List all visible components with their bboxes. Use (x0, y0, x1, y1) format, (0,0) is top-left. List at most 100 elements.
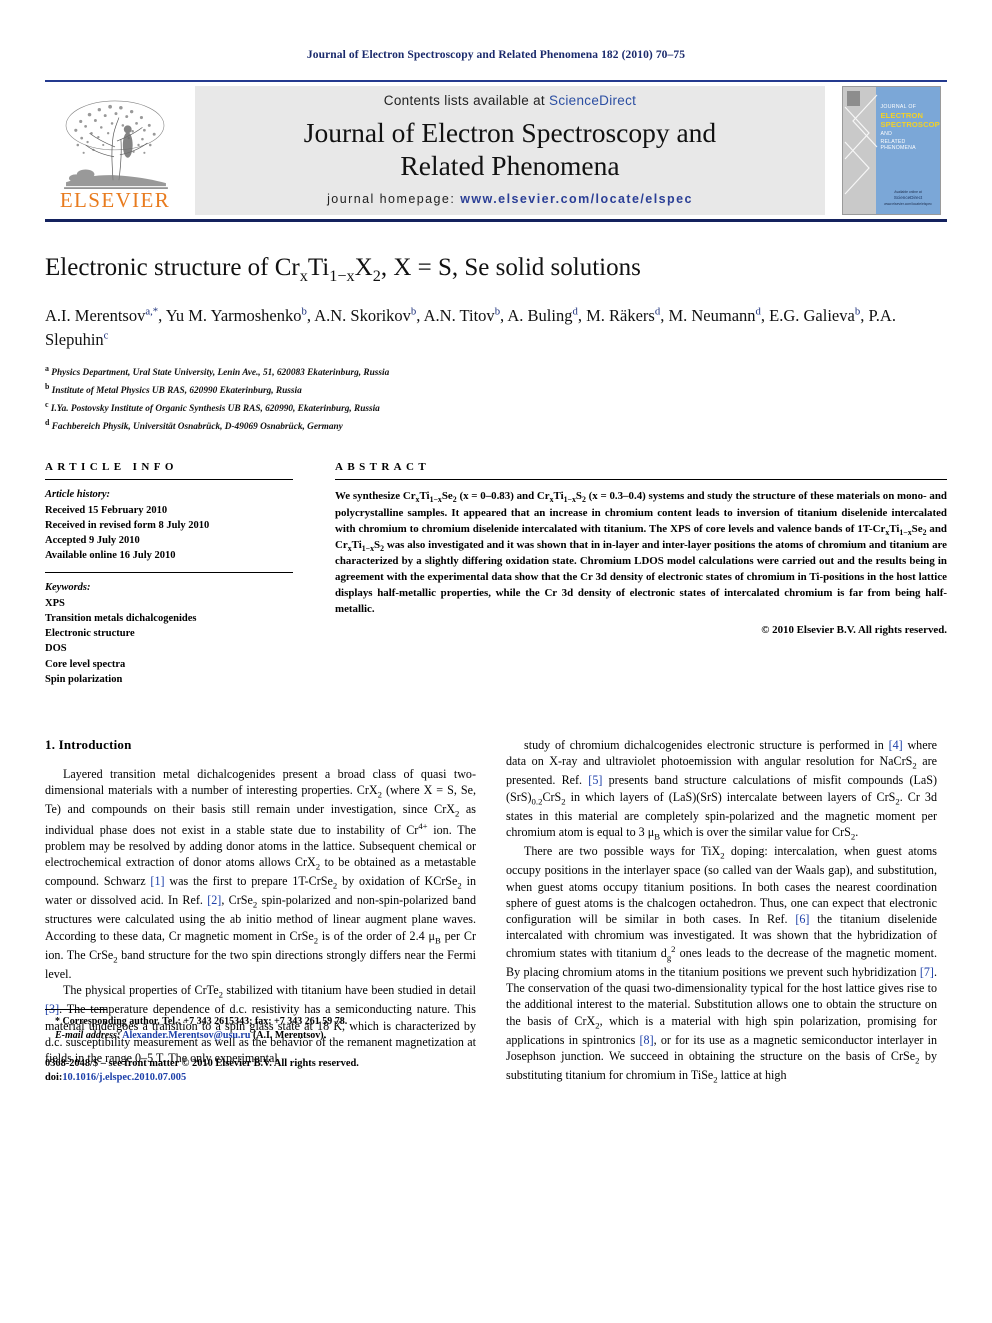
article-history-item: Received in revised form 8 July 2010 (45, 519, 210, 531)
author-name: A.N. Titov (423, 305, 495, 325)
title-sub-1: x (299, 267, 308, 285)
sciencedirect-link[interactable]: ScienceDirect (549, 93, 636, 108)
affiliation-item: c I.Ya. Postovsky Institute of Organic S… (45, 399, 380, 414)
title-mid-1: Ti (307, 254, 330, 281)
title-sub-2: 1−x (329, 267, 355, 285)
citation-ref[interactable]: [8] (640, 1033, 654, 1047)
cover-bottom-text: Available online at ScienceDirect www.el… (881, 190, 936, 207)
article-title: Electronic structure of CrxTi1−xX2, X = … (45, 253, 947, 287)
article-history-item: Received 15 February 2010 (45, 504, 168, 516)
title-sub-3: 2 (372, 267, 381, 285)
author-affiliation-mark: c (103, 329, 109, 342)
article-history-label: Article history: (45, 489, 111, 501)
citation-ref[interactable]: [4] (889, 738, 903, 752)
doi-link[interactable]: 10.1016/j.elspec.2010.07.005 (62, 1072, 186, 1083)
keyword-item: DOS (45, 643, 67, 655)
email-label: E-mail address: (55, 1030, 121, 1042)
affiliation-mark: a (45, 364, 49, 373)
citation-ref[interactable]: [2] (207, 893, 221, 907)
title-prefix: Electronic structure of Cr (45, 254, 300, 281)
cover-bottom-2: ScienceDirect (893, 195, 923, 200)
article-history-item: Available online 16 July 2010 (45, 550, 176, 562)
author-name: Yu M. Yarmoshenko (165, 305, 302, 325)
homepage-url-link[interactable]: www.elsevier.com/locate/elspec (460, 192, 693, 206)
article-info-heading: ARTICLE INFO (45, 461, 178, 474)
journal-title-line-2: Related Phenomena (400, 149, 620, 181)
keywords-label: Keywords: (45, 582, 91, 594)
elsevier-logo: ELSEVIER (45, 86, 185, 215)
article-history-item: Accepted 9 July 2010 (45, 535, 140, 547)
article-info-column: ARTICLE INFO Article history: Received 15… (45, 461, 293, 687)
footnote-divider (45, 1008, 107, 1010)
email-link[interactable]: Alexander.Merentsov@usu.ru (122, 1030, 250, 1041)
citation-ref[interactable]: [5] (588, 773, 602, 787)
journal-title-line-1: Journal of Electron Spectroscopy and (303, 117, 717, 149)
body-paragraph: There are two possible ways for TiX2 dop… (506, 844, 938, 1085)
affiliation-item: d Fachbereich Physik, Universität Osnabr… (45, 417, 343, 432)
body-paragraph: study of chromium dichalcogenides electr… (506, 738, 937, 842)
keyword-item: Electronic structure (45, 628, 135, 640)
author-name: A.N. Skorikov (314, 305, 411, 325)
imprint-block: 0368-2048/$ – see front matter © 2010 El… (45, 1057, 476, 1087)
email-line: E-mail address: Alexander.Merentsov@usu.… (45, 1029, 476, 1044)
affiliation-item: b Institute of Metal Physics UB RAS, 620… (45, 381, 302, 396)
author-affiliation-mark: b (410, 305, 417, 317)
author-name: A. Buling (507, 305, 573, 325)
cover-title-text: JOURNAL OF ELECTRON SPECTROSCOPY AND REL… (880, 104, 940, 152)
abstract-column: ABSTRACT We synthesize CrxTi1−xSe2 (x = … (335, 461, 947, 687)
running-head: Journal of Electron Spectroscopy and Rel… (306, 49, 686, 61)
journal-masthead: ELSEVIER Contents lists available at Sci… (45, 80, 947, 222)
section-title-introduction: 1. Introduction (45, 737, 132, 752)
body-column-left: 1. Introduction Layered transition metal… (45, 737, 476, 1086)
article-history: Article history: Received 15 February 201… (45, 480, 293, 572)
cover-bottom-3: www.elsevier.com/locate/elspec (884, 201, 932, 206)
contents-available-line: Contents lists available at ScienceDirec… (384, 93, 636, 108)
title-suffix: , X = S, Se solid solutions (380, 254, 641, 281)
author-list: A.I. Merentsova,*, Yu M. Yarmoshenkob, A… (45, 305, 896, 349)
elsevier-tree-icon (64, 100, 168, 189)
keywords-block: Keywords: XPS Transition metals dichalcoge… (45, 572, 293, 687)
page-footnotes: * Corresponding author. Tel.: +7 343 261… (45, 1008, 476, 1087)
affiliation-mark: d (45, 417, 50, 427)
journal-homepage-line: journal homepage: www.elsevier.com/locat… (327, 192, 693, 206)
issn-line: 0368-2048/$ – see front matter © 2010 El… (45, 1057, 359, 1069)
author-affiliation-mark: b (301, 305, 307, 317)
keyword-item: XPS (45, 597, 65, 609)
cover-chevron-graphic-icon (844, 94, 877, 195)
author-name: M. Neumann (668, 305, 756, 325)
journal-title: Journal of Electron Spectroscopy and Rel… (304, 117, 716, 181)
corresponding-author-line: * Corresponding author. Tel.: +7 343 261… (55, 1015, 348, 1027)
info-abstract-block: ARTICLE INFO Article history: Received 15… (45, 461, 947, 687)
keyword-item: Core level spectra (45, 658, 126, 670)
author-affiliation-mark: d (755, 305, 761, 317)
corresponding-author-note: * Corresponding author. Tel.: +7 343 261… (45, 1015, 476, 1044)
body-paragraph: Layered transition metal dichalcogenides… (45, 767, 477, 981)
cover-line-3b: RELATED PHENOMENA (880, 138, 916, 152)
keyword-item: Transition metals dichalcogenides (45, 612, 197, 624)
keyword-item: Spin polarization (45, 673, 123, 685)
email-suffix: (A.I. Merentsov). (252, 1030, 327, 1042)
author-affiliation-mark: d (654, 305, 661, 317)
doi-label: doi: (45, 1072, 63, 1084)
citation-ref[interactable]: [1] (150, 874, 164, 888)
masthead-center: Contents lists available at ScienceDirec… (195, 86, 825, 215)
abstract-text: We synthesize CrxTi1−xSe2 (x = 0–0.83) a… (335, 490, 947, 615)
right-column-paragraphs: study of chromium dichalcogenides electr… (506, 737, 937, 1086)
title-mid-2: X (354, 254, 373, 281)
citation-ref[interactable]: [7] (920, 965, 934, 979)
cover-line-3a: AND (880, 131, 893, 138)
article-page: Journal of Electron Spectroscopy and Rel… (0, 0, 992, 1323)
affiliation-item: a Physics Department, Ural State Univers… (45, 364, 390, 379)
affiliation-list: a Physics Department, Ural State Univers… (45, 363, 947, 434)
contents-prefix: Contents lists available at (383, 93, 550, 109)
cover-line-2a: ELECTRON (880, 110, 924, 120)
author-affiliation-mark: b (494, 305, 501, 317)
citation-ref[interactable]: [6] (795, 912, 809, 926)
author-name: M. Räkers (586, 305, 655, 325)
abstract-heading: ABSTRACT (335, 461, 431, 474)
abstract-copyright: © 2010 Elsevier B.V. All rights reserved… (761, 624, 947, 637)
affiliation-mark: b (45, 381, 50, 391)
author-affiliation-mark: d (572, 305, 578, 317)
body-columns: 1. Introduction Layered transition metal… (45, 737, 947, 1086)
author-name: E.G. Galieva (769, 305, 855, 325)
